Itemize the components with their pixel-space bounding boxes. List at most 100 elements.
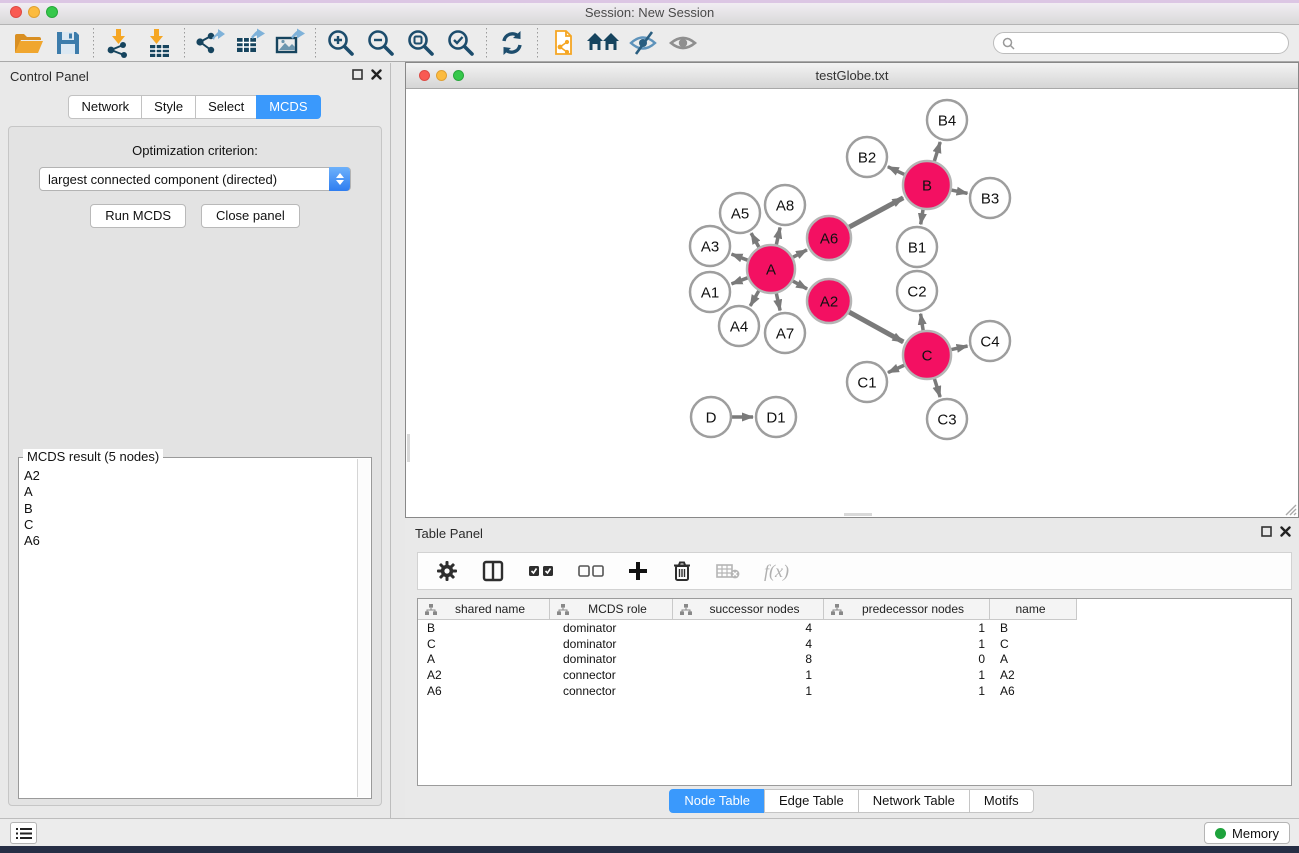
network-edge-A-A8[interactable] (776, 227, 780, 244)
network-vscroll-mark[interactable] (407, 434, 410, 462)
list-item[interactable]: A6 (24, 533, 367, 549)
network-edge-B-B4[interactable] (934, 142, 940, 161)
delete-column-trash-icon[interactable] (672, 560, 692, 582)
network-node-D1[interactable]: D1 (756, 397, 796, 437)
network-node-C[interactable]: C (903, 331, 951, 379)
open-session-icon[interactable] (8, 26, 48, 60)
network-node-B2[interactable]: B2 (847, 137, 887, 177)
list-item[interactable]: B (24, 501, 367, 517)
refresh-view-icon[interactable] (492, 26, 532, 60)
network-node-A5[interactable]: A5 (720, 193, 760, 233)
zoom-out-icon[interactable] (361, 26, 401, 60)
save-session-icon[interactable] (48, 26, 88, 60)
tab-motifs[interactable]: Motifs (969, 789, 1034, 813)
hide-graphics-details-icon[interactable] (623, 26, 663, 60)
network-node-C2[interactable]: C2 (897, 271, 937, 311)
network-edge-A-A7[interactable] (776, 293, 780, 310)
network-edge-A2-C[interactable] (849, 312, 903, 342)
list-item[interactable]: A (24, 484, 367, 500)
network-hscroll-mark[interactable] (844, 513, 872, 516)
table-row[interactable]: A dominator 8 0 A (418, 652, 1291, 668)
network-edge-A-A3[interactable] (732, 254, 748, 260)
table-row[interactable]: B dominator 4 1 B (418, 620, 1291, 636)
zoom-fit-icon[interactable] (401, 26, 441, 60)
network-edge-C-C1[interactable] (888, 365, 904, 372)
table-options-gear-icon[interactable] (436, 560, 458, 582)
network-edge-B-B1[interactable] (921, 210, 923, 225)
float-panel-icon[interactable] (352, 69, 363, 80)
tab-network-table[interactable]: Network Table (858, 789, 970, 813)
column-header-mcds-role[interactable]: MCDS role (550, 599, 673, 620)
column-header-successor-nodes[interactable]: successor nodes (673, 599, 824, 620)
memory-button[interactable]: Memory (1204, 822, 1290, 844)
close-panel-button[interactable]: Close panel (201, 204, 300, 228)
table-row[interactable]: A2 connector 1 1 A2 (418, 667, 1291, 683)
show-columns-icon[interactable] (482, 560, 504, 582)
network-node-D[interactable]: D (691, 397, 731, 437)
network-edge-A6-B[interactable] (849, 198, 903, 227)
table-row[interactable]: A6 connector 1 1 A6 (418, 683, 1291, 699)
select-all-icon[interactable] (528, 564, 554, 578)
hub-houses-icon[interactable] (583, 26, 623, 60)
network-node-A[interactable]: A (747, 245, 795, 293)
network-node-B1[interactable]: B1 (897, 227, 937, 267)
network-edge-B-B2[interactable] (888, 167, 905, 175)
export-network-icon[interactable] (190, 26, 230, 60)
resize-grip-icon[interactable] (1283, 502, 1297, 516)
network-node-A7[interactable]: A7 (765, 313, 805, 353)
network-node-A6[interactable]: A6 (807, 216, 851, 260)
tab-style[interactable]: Style (141, 95, 196, 119)
network-edge-A-A4[interactable] (750, 291, 759, 306)
list-item[interactable]: C (24, 517, 367, 533)
network-edge-A-A5[interactable] (751, 233, 759, 247)
optimization-criterion-dropdown[interactable]: largest connected component (directed) (39, 167, 351, 191)
network-node-A2[interactable]: A2 (807, 279, 851, 323)
search-input[interactable] (1020, 36, 1280, 50)
float-panel-icon[interactable] (1261, 526, 1272, 537)
search-box[interactable] (993, 32, 1289, 54)
result-scrollbar[interactable] (357, 459, 370, 797)
show-task-history-button[interactable] (10, 822, 37, 844)
network-node-B3[interactable]: B3 (970, 178, 1010, 218)
column-header-predecessor-nodes[interactable]: predecessor nodes (824, 599, 990, 620)
list-item[interactable]: A2 (24, 468, 367, 484)
show-eye-icon[interactable] (663, 26, 703, 60)
network-edge-A-A1[interactable] (732, 278, 748, 284)
network-node-A1[interactable]: A1 (690, 272, 730, 312)
network-edge-A-A6[interactable] (793, 250, 807, 257)
network-node-A8[interactable]: A8 (765, 185, 805, 225)
create-column-plus-icon[interactable] (628, 561, 648, 581)
tab-network[interactable]: Network (68, 95, 142, 119)
run-mcds-button[interactable]: Run MCDS (90, 204, 186, 228)
close-panel-icon[interactable] (371, 69, 382, 80)
column-header-shared-name[interactable]: shared name (418, 599, 550, 620)
network-edge-C-C4[interactable] (951, 346, 967, 350)
network-canvas-area[interactable]: A A1 A2 A3 A4 A5 A6 A7 A8 B B1 B2 B3B4 C C1 C2 C3C4 D D1 (406, 89, 1298, 517)
network-edge-A-A2[interactable] (793, 281, 807, 289)
import-network-icon[interactable] (99, 26, 139, 60)
tab-mcds[interactable]: MCDS (256, 95, 320, 119)
column-header-name[interactable]: name (990, 599, 1077, 620)
zoom-in-icon[interactable] (321, 26, 361, 60)
deselect-all-icon[interactable] (578, 564, 604, 578)
zoom-selected-icon[interactable] (441, 26, 481, 60)
network-edge-C-C3[interactable] (934, 379, 940, 397)
tab-node-table[interactable]: Node Table (669, 789, 765, 813)
network-node-C1[interactable]: C1 (847, 362, 887, 402)
import-table-icon[interactable] (139, 26, 179, 60)
network-edge-B-B3[interactable] (951, 190, 967, 193)
tab-edge-table[interactable]: Edge Table (764, 789, 859, 813)
network-node-C4[interactable]: C4 (970, 321, 1010, 361)
close-panel-icon[interactable] (1280, 526, 1291, 537)
table-row[interactable]: C dominator 4 1 C (418, 636, 1291, 652)
new-network-from-selection-icon[interactable] (543, 26, 583, 60)
export-table-icon[interactable] (230, 26, 270, 60)
network-node-A3[interactable]: A3 (690, 226, 730, 266)
tab-select[interactable]: Select (195, 95, 257, 119)
network-edge-C-C2[interactable] (921, 314, 924, 331)
network-node-B4[interactable]: B4 (927, 100, 967, 140)
network-node-B[interactable]: B (903, 161, 951, 209)
network-node-A4[interactable]: A4 (719, 306, 759, 346)
export-image-icon[interactable] (270, 26, 310, 60)
network-node-C3[interactable]: C3 (927, 399, 967, 439)
